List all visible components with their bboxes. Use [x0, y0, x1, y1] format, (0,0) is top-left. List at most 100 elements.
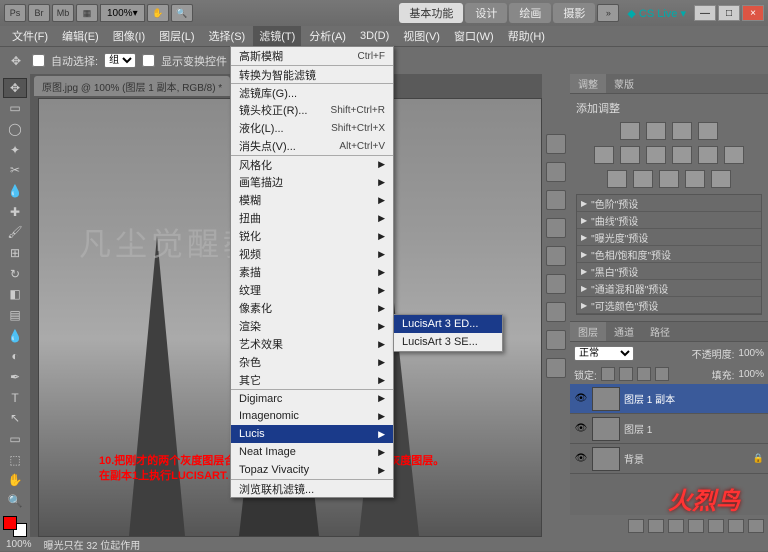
colorbal-icon[interactable] [646, 146, 666, 164]
photofilter-icon[interactable] [698, 146, 718, 164]
visibility-icon[interactable]: 👁 [574, 422, 588, 436]
path-tool[interactable]: ↖ [3, 409, 27, 429]
preset-bw[interactable]: ▶"黑白"预设 [577, 263, 761, 280]
status-zoom[interactable]: 100% [6, 539, 32, 550]
nav-icon[interactable] [546, 246, 566, 266]
filter-liquify[interactable]: 液化(L)...Shift+Ctrl+X [231, 119, 393, 137]
poster-icon[interactable] [633, 170, 653, 188]
filter-texture[interactable]: 纹理▶ [231, 281, 393, 299]
filter-sketch[interactable]: 素描▶ [231, 263, 393, 281]
workspace-photo[interactable]: 摄影 [553, 3, 595, 23]
styles-icon[interactable] [546, 358, 566, 378]
wand-tool[interactable]: ✦ [3, 140, 27, 160]
bw-icon[interactable] [672, 146, 692, 164]
layer-name[interactable]: 图层 1 [624, 421, 652, 436]
fg-color[interactable] [3, 516, 17, 530]
zoom-tool[interactable]: 🔍 [3, 491, 27, 511]
history-brush-tool[interactable]: ↻ [3, 264, 27, 284]
type-tool[interactable]: T [3, 388, 27, 408]
group-icon[interactable] [708, 519, 724, 533]
new-layer-icon[interactable] [728, 519, 744, 533]
preset-selcolor[interactable]: ▶"可选颜色"预设 [577, 297, 761, 314]
filter-brush[interactable]: 画笔描边▶ [231, 173, 393, 191]
document-tab[interactable]: 原图.jpg @ 100% (图层 1 副本, RGB/8) * [34, 76, 230, 96]
pen-tool[interactable]: ✒ [3, 367, 27, 387]
visibility-icon[interactable]: 👁 [574, 452, 588, 466]
char-icon[interactable] [546, 190, 566, 210]
filter-last[interactable]: 高斯模糊Ctrl+F [231, 47, 393, 65]
lucis-ed[interactable]: LucisArt 3 ED... [394, 315, 502, 333]
layer-row-bg[interactable]: 👁 背景 🔒 [570, 444, 768, 474]
invert-icon[interactable] [607, 170, 627, 188]
filter-imagenomic[interactable]: Imagenomic▶ [231, 407, 393, 425]
tab-paths[interactable]: 路径 [642, 322, 678, 341]
preset-hue[interactable]: ▶"色相/饱和度"预设 [577, 246, 761, 263]
cslive-link[interactable]: ◆ CS Live ▾ [627, 7, 686, 20]
menu-layer[interactable]: 图层(L) [153, 26, 200, 46]
menu-edit[interactable]: 编辑(E) [56, 26, 105, 46]
trash-icon[interactable] [748, 519, 764, 533]
actions-icon[interactable] [546, 162, 566, 182]
brightness-icon[interactable] [620, 122, 640, 140]
filter-vanish[interactable]: 消失点(V)...Alt+Ctrl+V [231, 137, 393, 155]
filter-smart[interactable]: 转换为智能滤镜 [231, 65, 393, 83]
menu-file[interactable]: 文件(F) [6, 26, 54, 46]
hand-tool[interactable]: ✋ [3, 470, 27, 490]
levels-icon[interactable] [646, 122, 666, 140]
menu-3d[interactable]: 3D(D) [354, 28, 395, 44]
layer-name[interactable]: 背景 [624, 451, 644, 466]
maximize-button[interactable]: □ [718, 5, 740, 21]
brush-tool[interactable]: 🖌 [3, 223, 27, 243]
filter-neat[interactable]: Neat Image▶ [231, 443, 393, 461]
filter-video[interactable]: 视频▶ [231, 245, 393, 263]
lasso-tool[interactable]: ◯ [3, 119, 27, 139]
filter-topaz[interactable]: Topaz Vivacity▶ [231, 461, 393, 479]
fx-icon[interactable] [648, 519, 664, 533]
filter-noise[interactable]: 杂色▶ [231, 353, 393, 371]
filter-lens[interactable]: 镜头校正(R)...Shift+Ctrl+R [231, 101, 393, 119]
tab-masks[interactable]: 蒙版 [606, 74, 642, 93]
screen-mode-icon[interactable]: ▦ [76, 4, 98, 22]
exposure-icon[interactable] [698, 122, 718, 140]
swatch-icon[interactable] [546, 330, 566, 350]
menu-help[interactable]: 帮助(H) [502, 26, 551, 46]
eraser-tool[interactable]: ◧ [3, 285, 27, 305]
para-icon[interactable] [546, 218, 566, 238]
menu-view[interactable]: 视图(V) [397, 26, 446, 46]
blend-mode[interactable]: 正常 [574, 346, 634, 361]
lock-all-icon[interactable] [655, 367, 669, 381]
shape-tool[interactable]: ▭ [3, 429, 27, 449]
zoom-level[interactable]: 100% ▾ [100, 4, 145, 22]
mask-icon[interactable] [668, 519, 684, 533]
menu-filter[interactable]: 滤镜(T) [253, 26, 301, 46]
minimize-button[interactable]: — [694, 5, 716, 21]
lock-pixel-icon[interactable] [619, 367, 633, 381]
filter-pixelate[interactable]: 像素化▶ [231, 299, 393, 317]
dodge-tool[interactable]: ◐ [3, 347, 27, 367]
vibrance-icon[interactable] [594, 146, 614, 164]
visibility-icon[interactable]: 👁 [574, 392, 588, 406]
lock-trans-icon[interactable] [601, 367, 615, 381]
tab-layers[interactable]: 图层 [570, 322, 606, 341]
transform-checkbox[interactable] [142, 54, 155, 67]
ps-icon[interactable]: Ps [4, 4, 26, 22]
adj-layer-icon[interactable] [688, 519, 704, 533]
hue-icon[interactable] [620, 146, 640, 164]
heal-tool[interactable]: ✚ [3, 202, 27, 222]
close-button[interactable]: × [742, 5, 764, 21]
mb-icon[interactable]: Mb [52, 4, 74, 22]
filter-sharpen[interactable]: 锐化▶ [231, 227, 393, 245]
filter-digimarc[interactable]: Digimarc▶ [231, 389, 393, 407]
marquee-tool[interactable]: ▭ [3, 99, 27, 119]
menu-select[interactable]: 选择(S) [203, 26, 252, 46]
gradmap-icon[interactable] [685, 170, 705, 188]
fill-value[interactable]: 100% [738, 369, 764, 380]
br-icon[interactable]: Br [28, 4, 50, 22]
filter-lucis[interactable]: Lucis▶ [231, 425, 393, 443]
filter-browse[interactable]: 浏览联机滤镜... [231, 479, 393, 497]
3d-tool[interactable]: ⬚ [3, 450, 27, 470]
info-icon[interactable] [546, 274, 566, 294]
crop-tool[interactable]: ✂ [3, 161, 27, 181]
filter-distort[interactable]: 扭曲▶ [231, 209, 393, 227]
menu-window[interactable]: 窗口(W) [448, 26, 500, 46]
